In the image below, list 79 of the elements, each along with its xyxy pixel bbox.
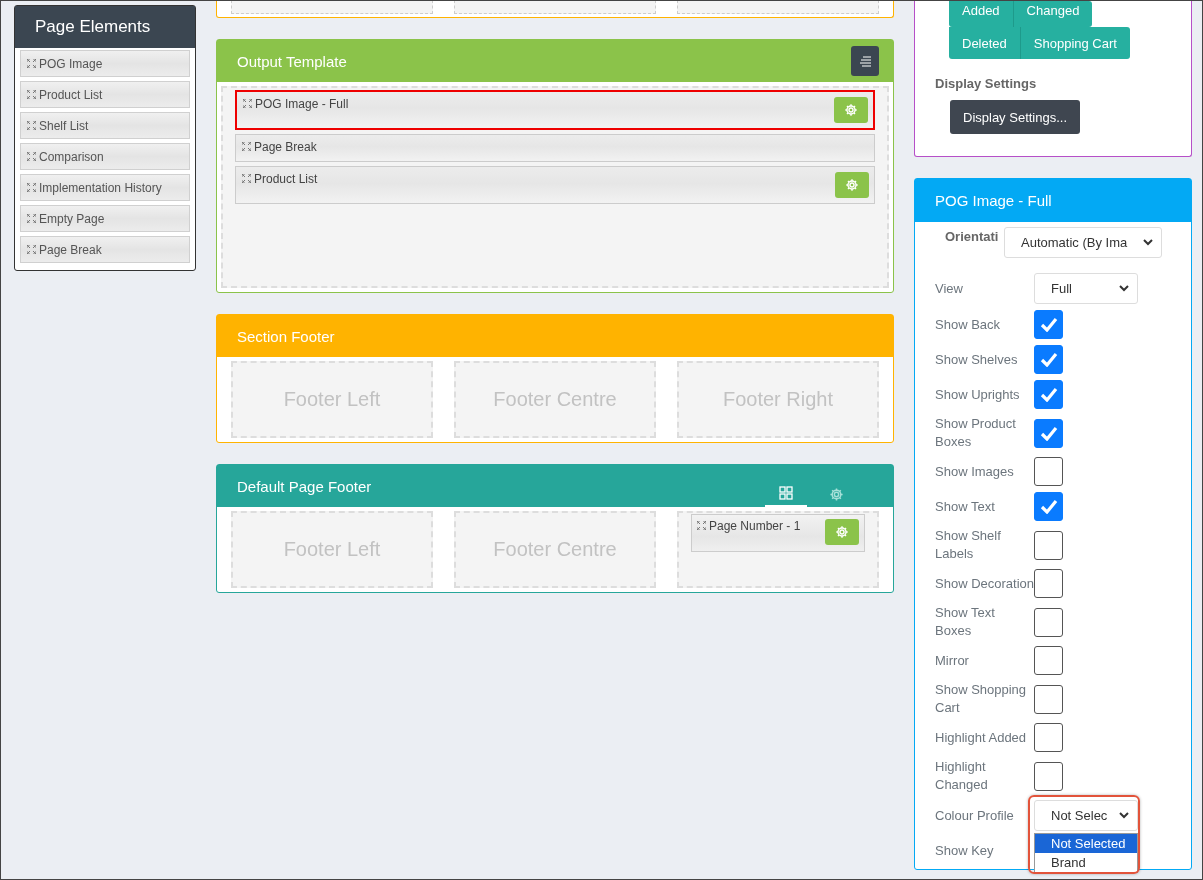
checkbox[interactable] <box>1034 646 1063 675</box>
field-label: Show Product Boxes <box>935 415 1017 451</box>
move-icon <box>27 121 36 130</box>
field-label: Show Text Boxes <box>935 604 996 640</box>
checkbox[interactable] <box>1034 761 1063 791</box>
panel-title: Default Page Footer <box>237 477 372 495</box>
field-label: Highlight Added <box>935 728 1028 747</box>
field-label: Mirror <box>935 651 970 670</box>
display-settings-button[interactable]: Display Settings... <box>950 100 1081 134</box>
field-label: Orientati <box>945 228 1000 244</box>
element-item[interactable]: Page Break <box>20 236 190 263</box>
gear-icon <box>835 525 849 539</box>
check-icon <box>1039 387 1058 402</box>
dropdown-select[interactable]: Full <box>1034 273 1138 304</box>
element-item[interactable]: Product List <box>20 81 190 108</box>
element-item[interactable]: Shelf List <box>20 112 190 139</box>
field-label: Show Uprights <box>935 385 1021 404</box>
checkbox[interactable] <box>1034 345 1063 374</box>
check-icon <box>1039 317 1058 332</box>
move-icon <box>27 59 36 68</box>
checkbox[interactable] <box>1034 492 1063 521</box>
element-item[interactable]: POG Image <box>20 50 190 77</box>
section-heading: Display Settings <box>935 76 1038 91</box>
field-label: Show Shelf Labels <box>935 527 1002 563</box>
gear-icon <box>828 486 844 502</box>
checkbox[interactable] <box>1034 457 1063 486</box>
move-icon <box>27 90 36 99</box>
panel-title: Output Template <box>237 52 347 70</box>
move-icon <box>27 214 36 223</box>
chevron-icon <box>1119 285 1129 292</box>
template-item[interactable]: Product List <box>235 166 875 204</box>
move-icon <box>242 174 251 183</box>
checkbox[interactable] <box>1034 569 1063 598</box>
field-label: Colour Profile <box>935 806 1015 825</box>
chevron-icon <box>1119 812 1129 819</box>
checkbox[interactable] <box>1034 723 1063 752</box>
field-label: Show Decoration <box>935 574 1034 593</box>
dropdown-select[interactable]: Not Selec <box>1034 800 1138 831</box>
move-icon <box>27 152 36 161</box>
panel-title: Section Footer <box>237 327 335 345</box>
move-icon <box>243 99 252 108</box>
checkbox[interactable] <box>1034 380 1063 409</box>
move-icon <box>242 142 251 151</box>
grid-icon <box>779 486 793 500</box>
dropdown-option[interactable]: Not Selected <box>1035 834 1137 853</box>
checkbox[interactable] <box>1034 607 1063 637</box>
move-icon <box>27 245 36 254</box>
element-item[interactable]: Empty Page <box>20 205 190 232</box>
panel-title: Page Elements <box>15 6 195 48</box>
field-label: Show Back <box>935 315 1002 334</box>
checkbox[interactable] <box>1034 684 1063 714</box>
panel-title: POG Image - Full <box>915 179 1191 222</box>
checkbox[interactable] <box>1034 418 1063 448</box>
check-icon <box>1039 499 1058 514</box>
chevron-icon <box>1143 239 1153 246</box>
field-label: View <box>935 279 964 298</box>
field-label: Show Shelves <box>935 350 1019 369</box>
element-item[interactable]: Comparison <box>20 143 190 170</box>
page-number-item[interactable]: Page Number - 1 <box>691 514 865 552</box>
field-label: Show Key <box>935 842 995 860</box>
layout-button[interactable] <box>851 46 879 76</box>
field-label: Highlight Changed <box>935 758 989 794</box>
field-label: Show Images <box>935 462 1015 481</box>
template-item[interactable]: Page Break <box>235 134 875 162</box>
field-label: Show Text <box>935 497 996 516</box>
element-item[interactable]: Implementation History <box>20 174 190 201</box>
gear-icon <box>844 103 858 117</box>
check-icon <box>1039 352 1058 367</box>
field-label: Show Shopping Cart <box>935 681 1028 717</box>
dropdown-option[interactable]: Brand <box>1035 853 1137 872</box>
gear-icon <box>845 178 859 192</box>
check-icon <box>1039 425 1058 441</box>
lines-icon <box>858 55 872 67</box>
checkbox[interactable] <box>1034 530 1063 560</box>
orientation-select[interactable]: Automatic (By Ima <box>1004 227 1162 258</box>
template-item[interactable]: POG Image - Full <box>235 90 875 130</box>
move-icon <box>697 521 706 530</box>
move-icon <box>27 183 36 192</box>
checkbox[interactable] <box>1034 310 1063 339</box>
